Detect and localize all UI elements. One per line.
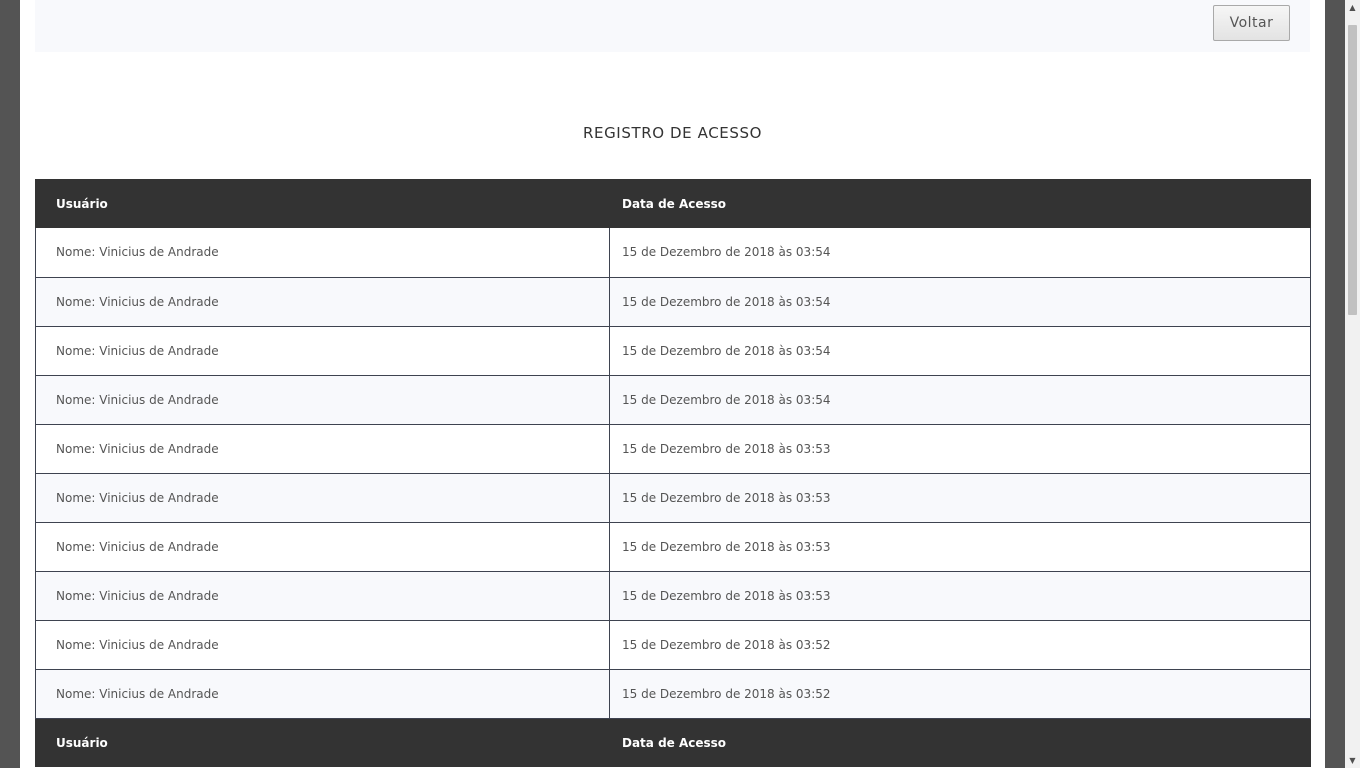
- table-row: Nome: Vinicius de Andrade 15 de Dezembro…: [35, 424, 1311, 474]
- triangle-down-icon[interactable]: ▼: [1345, 753, 1360, 768]
- cell-access-date: 15 de Dezembro de 2018 às 03:53: [609, 424, 1311, 474]
- page-content: Voltar REGISTRO DE ACESSO Usuário Data d…: [20, 0, 1325, 768]
- cell-user: Nome: Vinicius de Andrade: [35, 375, 610, 425]
- triangle-up-icon[interactable]: ▲: [1345, 0, 1360, 15]
- cell-user: Nome: Vinicius de Andrade: [35, 424, 610, 474]
- table-row: Nome: Vinicius de Andrade 15 de Dezembro…: [35, 620, 1311, 670]
- cell-access-date: 15 de Dezembro de 2018 às 03:52: [609, 669, 1311, 719]
- table-row: Nome: Vinicius de Andrade 15 de Dezembro…: [35, 326, 1311, 376]
- cell-user: Nome: Vinicius de Andrade: [35, 326, 610, 376]
- cell-user: Nome: Vinicius de Andrade: [35, 669, 610, 719]
- table-row: Nome: Vinicius de Andrade 15 de Dezembro…: [35, 228, 1311, 278]
- footer-header-access-date: Data de Acesso: [609, 718, 1311, 767]
- top-action-bar: Voltar: [35, 0, 1310, 52]
- table-row: Nome: Vinicius de Andrade 15 de Dezembro…: [35, 473, 1311, 523]
- table-row: Nome: Vinicius de Andrade 15 de Dezembro…: [35, 571, 1311, 621]
- table-row: Nome: Vinicius de Andrade 15 de Dezembro…: [35, 522, 1311, 572]
- vertical-scrollbar[interactable]: ▲ ▼: [1345, 0, 1360, 768]
- cell-user: Nome: Vinicius de Andrade: [35, 277, 610, 327]
- column-header-user[interactable]: Usuário: [35, 179, 610, 228]
- table-row: Nome: Vinicius de Andrade 15 de Dezembro…: [35, 277, 1311, 327]
- footer-header-user: Usuário: [35, 718, 610, 767]
- cell-access-date: 15 de Dezembro de 2018 às 03:53: [609, 473, 1311, 523]
- page-title: REGISTRO DE ACESSO: [582, 124, 763, 142]
- access-log-table: Usuário Data de Acesso Nome: Vinicius de…: [35, 179, 1311, 767]
- scrollbar-thumb[interactable]: [1348, 25, 1357, 315]
- cell-access-date: 15 de Dezembro de 2018 às 03:54: [609, 375, 1311, 425]
- table-footer-row: Usuário Data de Acesso: [35, 718, 1311, 767]
- cell-user: Nome: Vinicius de Andrade: [35, 228, 610, 278]
- cell-access-date: 15 de Dezembro de 2018 às 03:54: [609, 228, 1311, 278]
- table-row: Nome: Vinicius de Andrade 15 de Dezembro…: [35, 375, 1311, 425]
- cell-user: Nome: Vinicius de Andrade: [35, 571, 610, 621]
- cell-access-date: 15 de Dezembro de 2018 às 03:54: [609, 326, 1311, 376]
- browser-viewport: Voltar REGISTRO DE ACESSO Usuário Data d…: [0, 0, 1360, 768]
- table-row: Nome: Vinicius de Andrade 15 de Dezembro…: [35, 669, 1311, 719]
- back-button[interactable]: Voltar: [1213, 5, 1290, 41]
- cell-access-date: 15 de Dezembro de 2018 às 03:53: [609, 571, 1311, 621]
- cell-access-date: 15 de Dezembro de 2018 às 03:54: [609, 277, 1311, 327]
- cell-access-date: 15 de Dezembro de 2018 às 03:52: [609, 620, 1311, 670]
- column-header-access-date[interactable]: Data de Acesso: [609, 179, 1311, 228]
- cell-user: Nome: Vinicius de Andrade: [35, 473, 610, 523]
- cell-access-date: 15 de Dezembro de 2018 às 03:53: [609, 522, 1311, 572]
- cell-user: Nome: Vinicius de Andrade: [35, 620, 610, 670]
- cell-user: Nome: Vinicius de Andrade: [35, 522, 610, 572]
- table-header-row: Usuário Data de Acesso: [35, 179, 1311, 228]
